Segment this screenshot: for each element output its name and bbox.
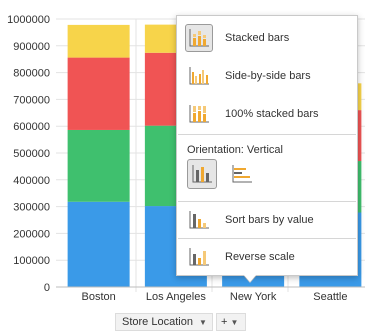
x-tick-label: New York [230, 291, 277, 303]
add-field-label: + [221, 316, 228, 328]
menu-divider [178, 134, 356, 135]
bar-segment-boston-0[interactable] [67, 201, 130, 287]
y-tick-label: 600000 [13, 121, 50, 133]
y-tick-label: 1000000 [7, 14, 50, 26]
menu-pointer-fill [243, 274, 257, 282]
reverse-scale-icon [185, 243, 213, 271]
y-tick-label: 300000 [13, 202, 50, 214]
bar-segment-boston-2[interactable] [67, 57, 130, 130]
side-by-side-bars-label: Side-by-side bars [225, 70, 311, 82]
bar-segment-boston-1[interactable] [67, 129, 130, 202]
x-axis-tick-labels: Boston Los Angeles New York Seattle [82, 291, 348, 303]
menu-divider [178, 238, 356, 239]
y-axis-tick-labels: 0 100000 200000 300000 400000 500000 600000 700… [7, 14, 50, 294]
add-field-button[interactable]: + ▼ [216, 313, 246, 331]
x-tick-label: Boston [82, 291, 116, 303]
y-tick-label: 100000 [13, 255, 50, 267]
store-location-field-button[interactable]: Store Location ▼ [115, 313, 213, 331]
menu-item-reverse-scale[interactable]: Reverse scale [185, 241, 351, 273]
y-tick-label: 800000 [13, 68, 50, 80]
bar-segment-boston-3[interactable] [67, 24, 130, 58]
y-tick-label: 0 [44, 282, 50, 294]
chevron-down-icon: ▼ [198, 318, 207, 327]
percent-stacked-bars-icon [185, 100, 213, 128]
percent-stacked-bars-label: 100% stacked bars [225, 108, 319, 120]
reverse-scale-label: Reverse scale [225, 251, 295, 263]
horizontal-orientation-icon[interactable] [227, 159, 257, 189]
stacked-bars-label: Stacked bars [225, 32, 290, 44]
x-tick-label: Seattle [313, 291, 347, 303]
chevron-down-icon: ▼ [230, 318, 239, 327]
y-tick-label: 400000 [13, 175, 50, 187]
vertical-orientation-icon[interactable] [187, 159, 217, 189]
chart-options-menu: Stacked bars Side-by-side bars 100% stac… [176, 15, 358, 276]
menu-item-sort-bars-by-value[interactable]: Sort bars by value [185, 204, 351, 236]
menu-item-100-percent-stacked-bars[interactable]: 100% stacked bars [185, 98, 351, 130]
y-tick-label: 900000 [13, 41, 50, 53]
sort-bars-label: Sort bars by value [225, 214, 314, 226]
y-tick-label: 200000 [13, 228, 50, 240]
stacked-bars-icon [185, 24, 213, 52]
side-by-side-bars-icon [185, 62, 213, 90]
sort-bars-icon [185, 206, 213, 234]
menu-divider [178, 201, 356, 202]
store-location-label: Store Location [122, 316, 193, 328]
orientation-label: Orientation: Vertical [187, 144, 283, 156]
x-tick-label: Los Angeles [146, 291, 206, 303]
y-tick-label: 500000 [13, 148, 50, 160]
y-tick-label: 700000 [13, 94, 50, 106]
menu-item-stacked-bars[interactable]: Stacked bars [185, 22, 351, 54]
menu-item-side-by-side-bars[interactable]: Side-by-side bars [185, 60, 351, 92]
